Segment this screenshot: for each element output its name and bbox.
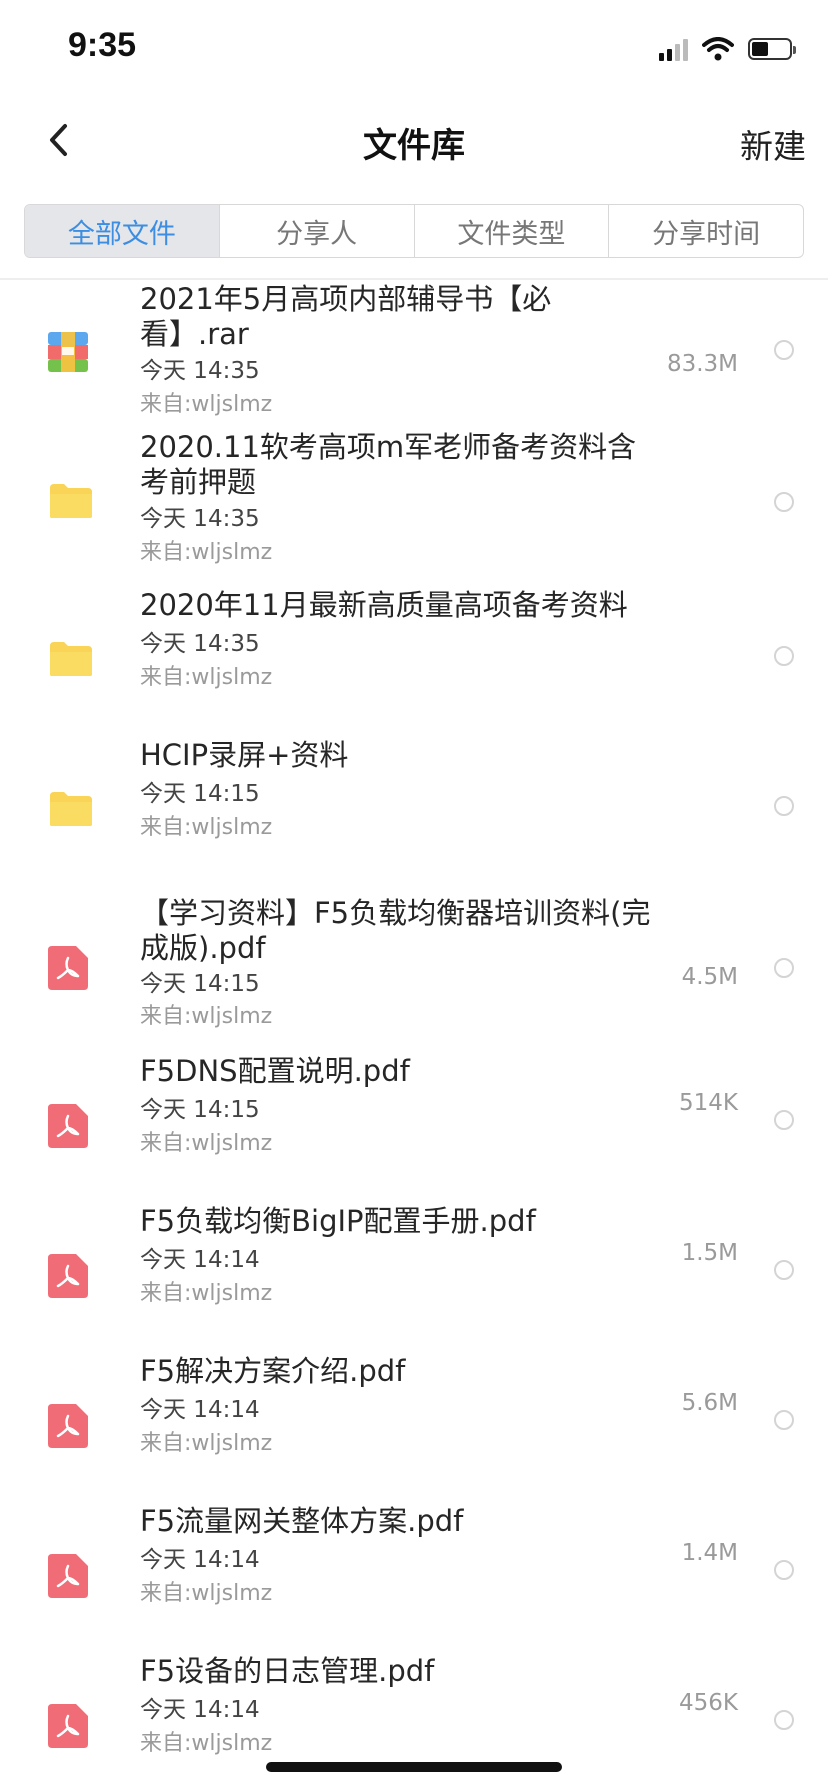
- file-name: 2020年11月最新高质量高项备考资料: [140, 588, 628, 622]
- tab-sharer[interactable]: 分享人: [218, 205, 414, 257]
- tab-all-files[interactable]: 全部文件: [25, 205, 219, 257]
- file-source: 来自:wljslmz: [140, 1281, 273, 1306]
- tab-file-type[interactable]: 文件类型: [413, 205, 609, 257]
- file-size: 1.4M: [681, 1540, 738, 1566]
- file-time: 今天 14:15: [140, 781, 260, 807]
- file-source: 来自:wljslmz: [140, 1431, 273, 1456]
- file-time: 今天 14:35: [140, 631, 260, 657]
- file-list-item[interactable]: 2020.11软考高项m军老师备考资料含考前押题今天 14:35 来自:wljsl…: [0, 430, 828, 590]
- file-size: 514K: [679, 1090, 738, 1116]
- file-source: 来自:wljslmz: [140, 540, 273, 565]
- file-size: 456K: [679, 1690, 738, 1716]
- file-name: F5DNS配置说明.pdf: [140, 1054, 410, 1088]
- archive-icon: [48, 332, 88, 376]
- select-radio[interactable]: [774, 958, 794, 978]
- file-name: 【学习资料】F5负载均衡器培训资料(完成版).pdf: [140, 896, 651, 965]
- file-list-item[interactable]: HCIP录屏+资料今天 14:15 来自:wljslmz: [0, 738, 828, 888]
- status-bar: 9:35: [0, 0, 828, 96]
- file-size: 4.5M: [681, 964, 738, 990]
- file-name: 2020.11软考高项m军老师备考资料含考前押题: [140, 430, 637, 499]
- nav-bar: 文件库 新建: [0, 96, 828, 188]
- file-name: F5解决方案介绍.pdf: [140, 1354, 406, 1388]
- file-source: 来自:wljslmz: [140, 1004, 273, 1029]
- status-time: 9:35: [68, 26, 137, 64]
- file-time: 今天 14:14: [140, 1397, 260, 1423]
- file-name: F5设备的日志管理.pdf: [140, 1654, 435, 1688]
- folder-icon: [48, 482, 94, 524]
- file-time: 今天 14:15: [140, 971, 260, 997]
- folder-icon: [48, 790, 94, 832]
- pdf-icon: [48, 1554, 88, 1602]
- file-name: F5流量网关整体方案.pdf: [140, 1504, 464, 1538]
- select-radio[interactable]: [774, 1710, 794, 1730]
- file-time: 今天 14:14: [140, 1697, 260, 1723]
- wifi-icon: [702, 37, 734, 61]
- file-source: 来自:wljslmz: [140, 1731, 273, 1756]
- file-list-item[interactable]: 2021年5月高项内部辅导书【必看】.rar 今天 14:35 来自:wljslmz…: [0, 282, 828, 442]
- select-radio[interactable]: [774, 492, 794, 512]
- select-radio[interactable]: [774, 340, 794, 360]
- pdf-icon: [48, 1404, 88, 1452]
- home-indicator[interactable]: [266, 1762, 562, 1772]
- file-list-item[interactable]: F5DNS配置说明.pdf 今天 14:15 来自:wljslmz 514K: [0, 1054, 828, 1204]
- file-name: F5负载均衡BigIP配置手册.pdf: [140, 1204, 536, 1238]
- file-size: 83.3M: [666, 351, 738, 377]
- select-radio[interactable]: [774, 646, 794, 666]
- new-button[interactable]: 新建: [740, 120, 806, 168]
- file-list-item[interactable]: F5解决方案介绍.pdf 今天 14:14 来自:wljslmz 5.6M: [0, 1354, 828, 1504]
- file-size: 1.5M: [681, 1240, 738, 1266]
- file-source: 来自:wljslmz: [140, 815, 273, 840]
- file-time: 今天 14:35: [140, 358, 260, 384]
- file-source: 来自:wljslmz: [140, 1581, 273, 1606]
- pdf-icon: [48, 946, 88, 994]
- file-name: HCIP录屏+资料: [140, 738, 349, 772]
- file-name: 2021年5月高项内部辅导书【必看】.rar: [140, 282, 552, 351]
- folder-icon: [48, 640, 94, 682]
- file-list-item[interactable]: 2020年11月最新高质量高项备考资料今天 14:35 来自:wljslmz: [0, 588, 828, 738]
- file-time: 今天 14:35: [140, 506, 260, 532]
- select-radio[interactable]: [774, 1410, 794, 1430]
- file-size: 5.6M: [681, 1390, 738, 1416]
- filter-tabs: 全部文件 分享人 文件类型 分享时间: [24, 204, 804, 258]
- file-list-item[interactable]: F5流量网关整体方案.pdf 今天 14:14 来自:wljslmz 1.4M: [0, 1504, 828, 1654]
- pdf-icon: [48, 1104, 88, 1152]
- file-source: 来自:wljslmz: [140, 1131, 273, 1156]
- file-list: 2021年5月高项内部辅导书【必看】.rar 今天 14:35 来自:wljslmz…: [0, 282, 828, 1792]
- select-radio[interactable]: [774, 1560, 794, 1580]
- divider: [0, 278, 828, 280]
- select-radio[interactable]: [774, 796, 794, 816]
- file-list-item[interactable]: F5负载均衡BigIP配置手册.pdf 今天 14:14 来自:wljslmz 1.5…: [0, 1204, 828, 1354]
- page-title: 文件库: [363, 126, 465, 166]
- file-time: 今天 14:14: [140, 1547, 260, 1573]
- file-library-screen: 9:35 文件库 新建 全部文件 分享人 文件类型 分享时间 2021年5月高项…: [0, 0, 828, 1792]
- tab-share-time[interactable]: 分享时间: [608, 205, 803, 257]
- select-radio[interactable]: [774, 1260, 794, 1280]
- status-icons: [659, 36, 796, 62]
- file-list-item[interactable]: 【学习资料】F5负载均衡器培训资料(完成版).pdf 今天 14:15 来自:wlj…: [0, 890, 828, 1038]
- pdf-icon: [48, 1254, 88, 1302]
- signal-icon: [659, 37, 688, 61]
- battery-icon: [748, 38, 796, 60]
- pdf-icon: [48, 1704, 88, 1752]
- file-source: 来自:wljslmz: [140, 392, 273, 417]
- file-time: 今天 14:15: [140, 1097, 260, 1123]
- file-source: 来自:wljslmz: [140, 665, 273, 690]
- select-radio[interactable]: [774, 1110, 794, 1130]
- file-time: 今天 14:14: [140, 1247, 260, 1273]
